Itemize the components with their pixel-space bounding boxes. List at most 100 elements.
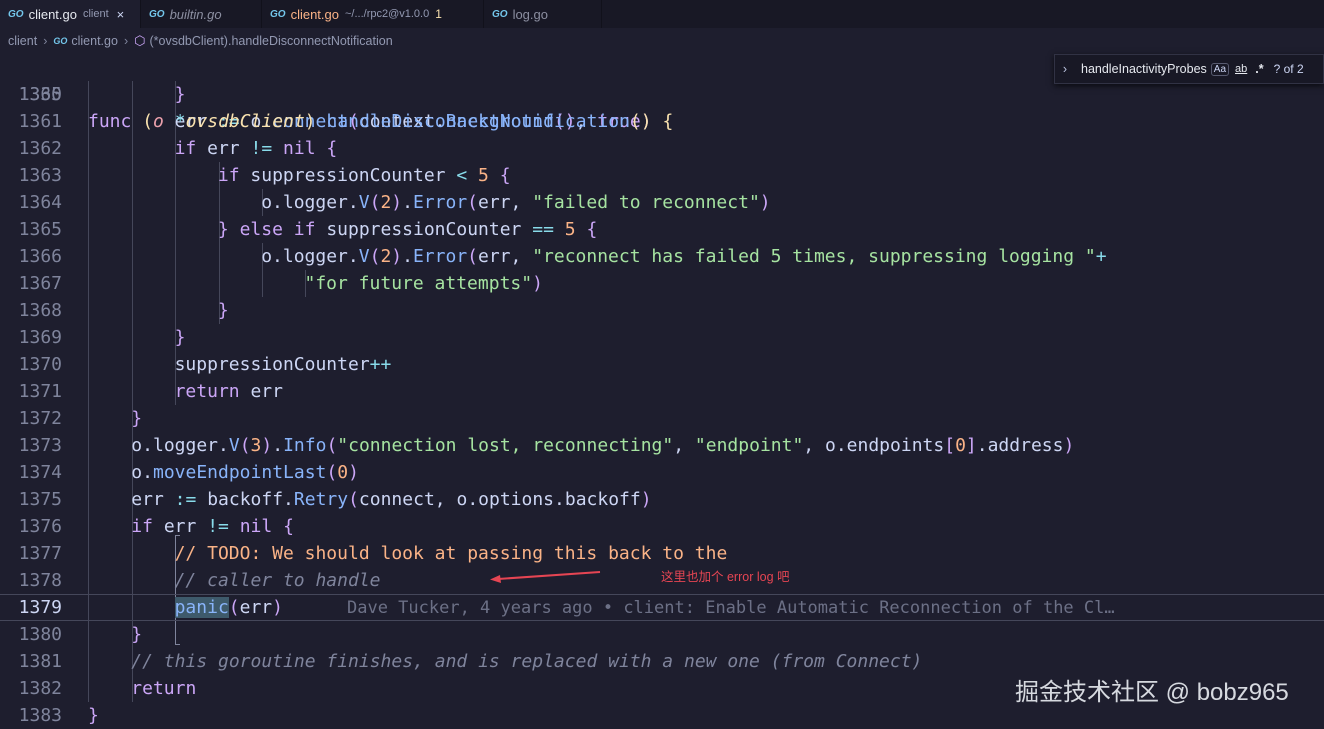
code-text: } — [131, 624, 143, 645]
line-number: 1379 — [18, 597, 62, 618]
regex-toggle[interactable]: .* — [1255, 62, 1263, 76]
line-number: 1365 — [18, 219, 62, 240]
code-line[interactable]: 1363 if suppressionCounter < 5 { — [0, 162, 1324, 189]
code-line[interactable]: 1360} — [0, 81, 1324, 108]
code-text: o.moveEndpointLast(0) — [131, 462, 359, 483]
watermark: 掘金技术社区 @ bobz965 — [1015, 679, 1289, 706]
line-number: 1371 — [18, 381, 62, 402]
go-file-icon: GO — [8, 8, 24, 20]
code-text: if err != nil { — [174, 138, 338, 159]
whole-word-toggle[interactable]: ab — [1235, 63, 1247, 75]
go-file-icon: GO — [149, 8, 165, 20]
tab-label: client.go — [290, 6, 339, 22]
tab-builtin-go[interactable]: GO builtin.go — [141, 0, 262, 28]
code-text: panic(err) Dave Tucker, 4 years ago • cli… — [174, 597, 1115, 618]
line-number: 1370 — [18, 354, 62, 375]
code-line[interactable]: 1374 o.moveEndpointLast(0) — [0, 459, 1324, 486]
code-text: } — [174, 84, 186, 105]
code-line[interactable]: 1370 suppressionCounter++ — [0, 351, 1324, 378]
code-line[interactable]: 1373 o.logger.V(3).Info("connection lost,… — [0, 432, 1324, 459]
code-line[interactable]: 1376 if err != nil { — [0, 513, 1324, 540]
code-line[interactable]: 1369} — [0, 324, 1324, 351]
editor-tab-bar: GO client.go client × GO builtin.go GO c… — [0, 0, 1324, 28]
breadcrumb-folder[interactable]: client — [8, 34, 37, 48]
line-number: 1381 — [18, 651, 62, 672]
code-text: // this goroutine finishes, and is repla… — [131, 651, 923, 672]
method-icon: ⬡ — [134, 33, 146, 48]
line-number: 1369 — [18, 327, 62, 348]
close-icon[interactable]: × — [117, 7, 125, 22]
current-code-line[interactable]: 1379 panic(err) Dave Tucker, 4 years ago •… — [0, 594, 1324, 621]
tab-description: client — [82, 8, 109, 20]
code-line[interactable]: 1364 o.logger.V(2).Error(err, "failed to … — [0, 189, 1324, 216]
code-line[interactable]: 1371 return err — [0, 378, 1324, 405]
tab-label: log.go — [512, 6, 548, 22]
find-widget: › handleInactivityProbes Aa ab .* ? of 2 — [1054, 54, 1324, 84]
code-text: suppressionCounter++ — [174, 354, 392, 375]
line-number: 1380 — [18, 624, 62, 645]
find-result-count: ? of 2 — [1273, 62, 1304, 76]
code-text: o.logger.V(2).Error(err, "failed to reco… — [261, 192, 771, 213]
code-line[interactable]: 1372} — [0, 405, 1324, 432]
code-line[interactable]: 1367 "for future attempts") — [0, 270, 1324, 297]
code-text: o.logger.V(2).Error(err, "reconnect has … — [261, 246, 1107, 267]
code-text: err := backoff.Retry(connect, o.options.… — [131, 489, 652, 510]
go-file-icon: GO — [270, 8, 286, 20]
tab-label: client.go — [28, 6, 77, 22]
code-line[interactable]: 1365 } else if suppressionCounter == 5 { — [0, 216, 1324, 243]
go-file-icon: GO — [53, 36, 68, 46]
code-text: if err != nil { — [131, 516, 294, 537]
code-text: } — [131, 408, 143, 429]
code-text: if suppressionCounter < 5 { — [217, 165, 511, 186]
code-line[interactable]: 1375 err := backoff.Retry(connect, o.opti… — [0, 486, 1324, 513]
chevron-right-icon: › — [43, 34, 48, 48]
code-text: o.logger.V(3).Info("connection lost, rec… — [131, 435, 1075, 456]
line-number: 1368 — [18, 300, 62, 321]
line-number: 1375 — [18, 489, 62, 510]
code-text: // TODO: We should look at passing this … — [174, 543, 728, 564]
line-number: 1376 — [18, 516, 62, 537]
annotation-arrow — [490, 571, 601, 583]
problem-count-badge: 1 — [435, 7, 442, 21]
code-line[interactable]: 1381 // this goroutine finishes, and is r… — [0, 648, 1324, 675]
line-number: 1367 — [18, 273, 62, 294]
code-editor[interactable]: 1335 func (o *ovsdbClient) handleDisconn… — [0, 54, 1324, 726]
code-text: } else if suppressionCounter == 5 { — [217, 219, 598, 240]
line-number: 1378 — [18, 570, 62, 591]
breadcrumb-symbol[interactable]: (*ovsdbClient).handleDisconnectNotificat… — [149, 34, 392, 48]
tab-log-go[interactable]: GO log.go — [484, 0, 602, 28]
tab-label: builtin.go — [169, 6, 222, 22]
breadcrumb: client › GO client.go › ⬡ (*ovsdbClient)… — [0, 28, 1324, 54]
breadcrumb-file[interactable]: client.go — [71, 34, 118, 48]
find-input[interactable]: handleInactivityProbes — [1081, 62, 1207, 76]
match-case-toggle[interactable]: Aa — [1210, 62, 1230, 76]
code-line[interactable]: 1380} — [0, 621, 1324, 648]
line-number: 1377 — [18, 543, 62, 564]
line-number: 1335 — [18, 84, 62, 105]
go-file-icon: GO — [492, 8, 508, 20]
code-text: return — [131, 678, 197, 699]
git-blame-annotation: Dave Tucker, 4 years ago • client: Enabl… — [346, 598, 1115, 618]
code-text: // caller to handle — [174, 570, 381, 591]
line-number: 1366 — [18, 246, 62, 267]
code-line[interactable]: 1366 o.logger.V(2).Error(err, "reconnect … — [0, 243, 1324, 270]
line-number: 1363 — [18, 165, 62, 186]
chevron-right-icon[interactable]: › — [1055, 62, 1075, 76]
line-number: 1372 — [18, 408, 62, 429]
tab-description: ~/.../rpc2@v1.0.0 — [344, 8, 430, 20]
tab-client-go-rpc2[interactable]: GO client.go ~/.../rpc2@v1.0.0 1 — [262, 0, 484, 28]
code-text: } — [174, 327, 186, 348]
tab-client-go[interactable]: GO client.go client × — [0, 0, 141, 28]
line-number: 1373 — [18, 435, 62, 456]
annotation-note: 这里也加个 error log 吧 — [661, 570, 790, 584]
line-number: 1374 — [18, 462, 62, 483]
code-text: "for future attempts") — [304, 273, 543, 294]
line-number: 1364 — [18, 192, 62, 213]
code-line[interactable]: 1362 if err != nil { — [0, 135, 1324, 162]
code-line: func (o *ovsdbClient) handleDisconnectNo… — [88, 111, 674, 132]
code-text: } — [217, 300, 229, 321]
code-line[interactable]: 1377 // TODO: We should look at passing t… — [0, 540, 1324, 567]
code-text: return err — [174, 381, 283, 402]
code-line[interactable]: 1368} — [0, 297, 1324, 324]
line-number: 1382 — [18, 678, 62, 699]
